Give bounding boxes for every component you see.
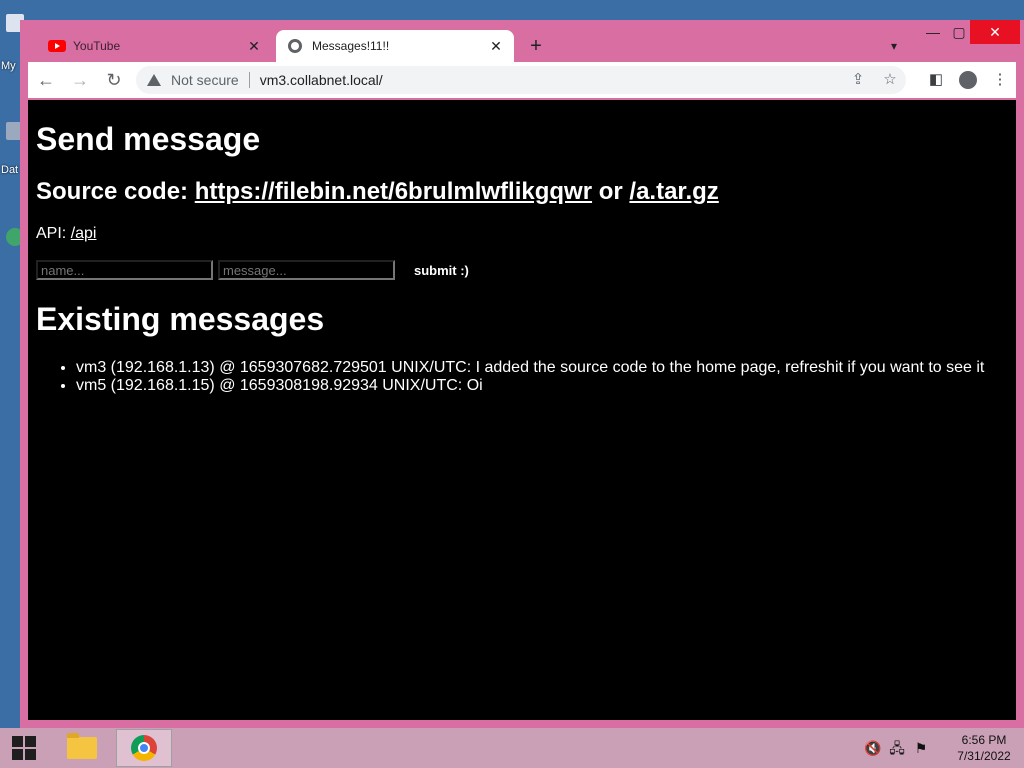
- tab-title: Messages!11!!: [312, 39, 390, 53]
- folder-icon: [67, 733, 97, 759]
- globe-icon: [288, 39, 302, 53]
- message-input[interactable]: [218, 260, 395, 280]
- page-content: Send message Source code: https://filebi…: [28, 100, 1016, 720]
- chrome-icon: [131, 735, 157, 761]
- list-item: vm5 (192.168.1.15) @ 1659308198.92934 UN…: [76, 377, 1008, 395]
- profile-icon[interactable]: [952, 66, 984, 94]
- existing-messages-heading: Existing messages: [36, 301, 325, 337]
- close-window-button[interactable]: ✕: [970, 20, 1020, 44]
- back-button[interactable]: ←: [30, 66, 62, 94]
- file-explorer-button[interactable]: [54, 728, 110, 768]
- action-center-flag-icon[interactable]: ⚑: [910, 737, 932, 759]
- url-text[interactable]: vm3.collabnet.local/: [260, 72, 383, 88]
- clock[interactable]: 6:56 PM 7/31/2022: [944, 732, 1024, 764]
- network-icon[interactable]: 🖧: [886, 737, 908, 759]
- warning-icon: [147, 74, 161, 86]
- api-line: API: /api: [36, 225, 1008, 243]
- tab-title: YouTube: [73, 39, 121, 53]
- volume-muted-icon[interactable]: 🔇: [862, 737, 884, 759]
- source-code-heading: Source code: https://filebin.net/6brulml…: [36, 178, 1008, 206]
- start-button[interactable]: [0, 728, 48, 768]
- side-panel-icon[interactable]: ◧: [920, 66, 952, 94]
- taskbar: 🔇 🖧 ⚑ 6:56 PM 7/31/2022: [0, 728, 1024, 768]
- submit-button[interactable]: submit :): [408, 261, 475, 279]
- filebin-link[interactable]: https://filebin.net/6brulmlwflikgqwr: [195, 178, 592, 205]
- api-link[interactable]: /api: [71, 225, 97, 242]
- name-input[interactable]: [36, 260, 213, 280]
- tab-messages[interactable]: Messages!11!! ✕: [276, 30, 514, 62]
- desktop-icon-label: My: [1, 60, 16, 72]
- share-icon[interactable]: ⇪: [842, 66, 874, 94]
- tab-youtube[interactable]: YouTube ✕: [40, 30, 272, 62]
- desktop-icon-label: Dat: [1, 164, 19, 176]
- menu-kebab-icon[interactable]: ⋮: [984, 66, 1016, 94]
- tab-search-chevron-icon[interactable]: ▾: [884, 36, 904, 56]
- clock-time: 6:56 PM: [961, 733, 1007, 747]
- page-title: Send message: [36, 121, 261, 157]
- youtube-icon: [48, 40, 66, 52]
- browser-toolbar: ← → ↻ Not secure vm3.collabnet.local/ ⇪ …: [28, 62, 1016, 98]
- close-tab-icon[interactable]: ✕: [488, 38, 504, 54]
- message-form: submit :): [36, 259, 1008, 281]
- bookmark-star-icon[interactable]: ☆: [874, 66, 906, 94]
- new-tab-button[interactable]: +: [524, 34, 548, 58]
- windows-logo-icon: [12, 736, 36, 760]
- divider: [248, 72, 250, 88]
- message-list: vm3 (192.168.1.13) @ 1659307682.729501 U…: [36, 359, 1008, 395]
- forward-button[interactable]: →: [64, 66, 96, 94]
- clock-date: 7/31/2022: [957, 749, 1011, 763]
- reload-button[interactable]: ↻: [98, 66, 130, 94]
- tab-strip: YouTube ✕ Messages!11!! ✕ + ▾ — ▢ ✕: [20, 20, 1024, 62]
- window-border: [20, 720, 1024, 728]
- api-prefix: API:: [36, 225, 67, 242]
- source-or: or: [598, 178, 623, 205]
- tarball-link[interactable]: /a.tar.gz: [629, 178, 718, 205]
- chrome-taskbar-button[interactable]: [116, 729, 172, 767]
- browser-window: YouTube ✕ Messages!11!! ✕ + ▾ — ▢ ✕ ← → …: [20, 20, 1024, 728]
- close-tab-icon[interactable]: ✕: [246, 38, 262, 54]
- list-item: vm3 (192.168.1.13) @ 1659307682.729501 U…: [76, 359, 1008, 377]
- address-bar[interactable]: Not secure vm3.collabnet.local/ ⇪ ☆: [136, 66, 906, 94]
- security-status[interactable]: Not secure: [171, 72, 239, 88]
- system-tray: 🔇 🖧 ⚑ 6:56 PM 7/31/2022: [862, 728, 1024, 768]
- source-prefix: Source code:: [36, 178, 189, 205]
